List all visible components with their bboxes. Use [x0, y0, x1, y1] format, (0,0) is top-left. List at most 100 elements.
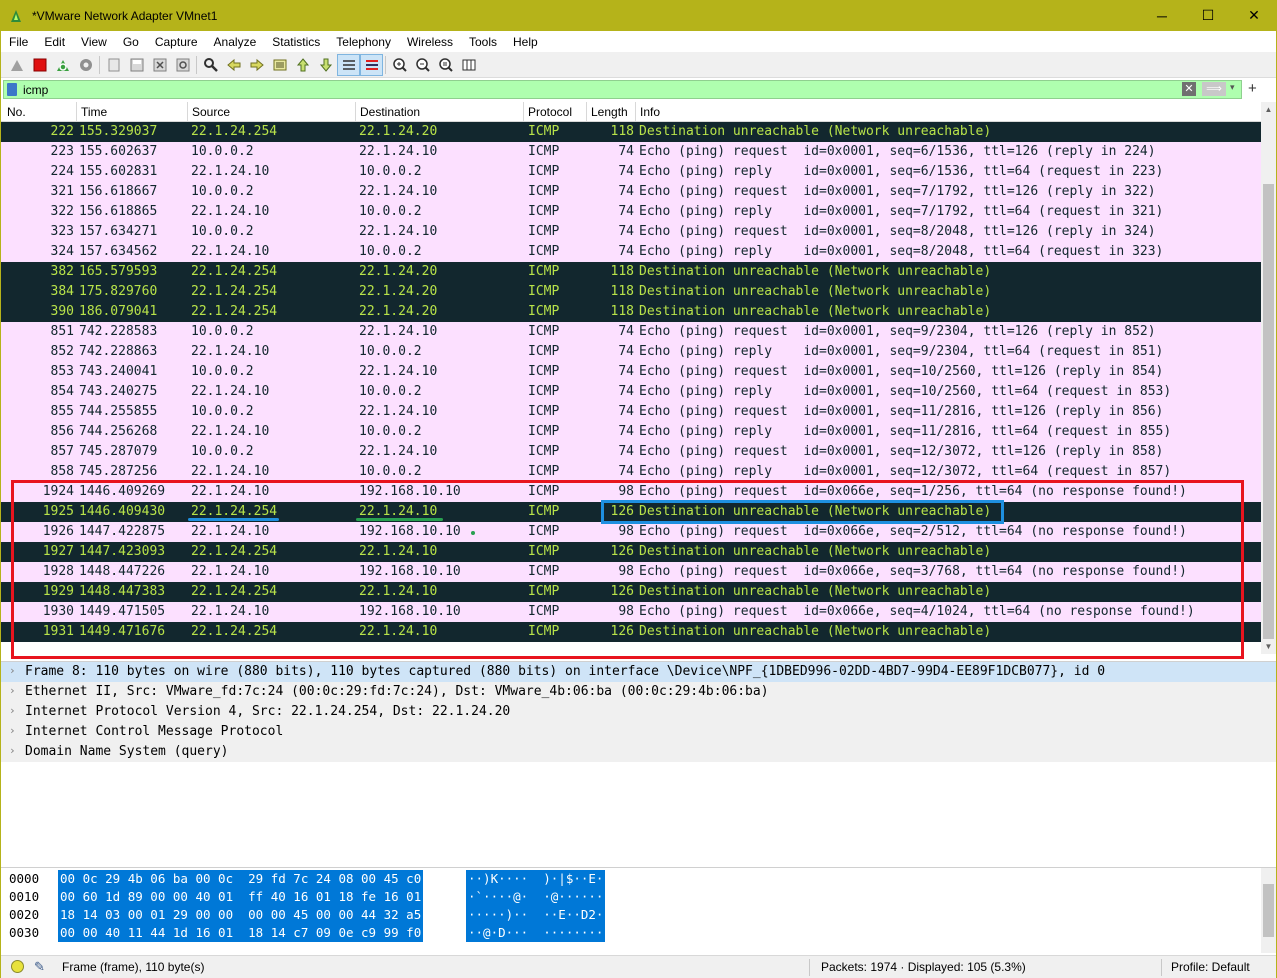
detail-row-icmp[interactable]: › Internet Control Message Protocol [1, 722, 1276, 742]
menu-go[interactable]: Go [115, 35, 147, 49]
menu-telephony[interactable]: Telephony [328, 35, 399, 49]
menu-capture[interactable]: Capture [147, 35, 206, 49]
chevron-right-icon[interactable]: › [9, 724, 16, 737]
column-header-destination[interactable]: Destination [360, 105, 420, 119]
packet-row[interactable]: 851 742.228583 10.0.0.2 22.1.24.10 ICMP 74 Ech… [1, 322, 1261, 342]
bytes-row[interactable]: 0020 18 14 03 00 01 29 00 00 00 00 45 00 … [1, 906, 1276, 924]
bytes-scrollbar[interactable] [1261, 868, 1276, 953]
bytes-row[interactable]: 0030 00 00 40 11 44 1d 16 01 18 14 c7 09 … [1, 924, 1276, 942]
apply-filter-icon[interactable]: ⟹ [1202, 82, 1226, 96]
column-divider[interactable] [355, 102, 356, 122]
scroll-up-icon[interactable]: ▲ [1261, 102, 1276, 117]
packet-row[interactable]: 854 743.240275 22.1.24.10 10.0.0.2 ICMP 74 Ech… [1, 382, 1261, 402]
restart-icon[interactable] [51, 54, 74, 76]
detail-row-dns[interactable]: › Domain Name System (query) [1, 742, 1276, 762]
close-file-icon[interactable] [148, 54, 171, 76]
zoom-in-icon[interactable] [388, 54, 411, 76]
column-divider[interactable] [523, 102, 524, 122]
packet-row[interactable]: 322 156.618865 22.1.24.10 10.0.0.2 ICMP 74 Ech… [1, 202, 1261, 222]
zoom-out-icon[interactable] [411, 54, 434, 76]
column-header-source[interactable]: Source [192, 105, 230, 119]
options-icon[interactable] [74, 54, 97, 76]
packet-row[interactable]: 857 745.287079 10.0.0.2 22.1.24.10 ICMP 74 Ech… [1, 442, 1261, 462]
colorize-icon[interactable] [360, 53, 383, 76]
autoscroll-icon[interactable] [337, 53, 360, 76]
open-icon[interactable] [102, 54, 125, 76]
go-last-icon[interactable] [314, 54, 337, 76]
go-forward-icon[interactable] [245, 54, 268, 76]
packet-row[interactable]: 222 155.329037 22.1.24.254 22.1.24.20 ICMP 11… [1, 122, 1261, 142]
scroll-down-icon[interactable]: ▼ [1261, 639, 1276, 654]
scrollbar-thumb[interactable] [1263, 184, 1274, 639]
zoom-normal-icon[interactable] [434, 54, 457, 76]
go-first-icon[interactable] [291, 54, 314, 76]
menu-edit[interactable]: Edit [36, 35, 73, 49]
chevron-right-icon[interactable]: › [9, 684, 16, 697]
find-icon[interactable] [199, 54, 222, 76]
display-filter-text[interactable]: icmp [23, 83, 48, 97]
resize-columns-icon[interactable] [457, 54, 480, 76]
stop-icon[interactable] [28, 54, 51, 76]
column-header-no[interactable]: No. [7, 105, 26, 119]
go-to-packet-icon[interactable] [268, 54, 291, 76]
shark-start-icon[interactable] [5, 54, 28, 76]
status-profile[interactable]: Profile: Default [1171, 960, 1250, 974]
column-divider[interactable] [76, 102, 77, 122]
detail-row-ipv4[interactable]: › Internet Protocol Version 4, Src: 22.1.… [1, 702, 1276, 722]
column-header-info[interactable]: Info [640, 105, 660, 119]
display-filter-input[interactable]: icmp [3, 80, 1242, 99]
packet-cell-len: 118 [610, 124, 634, 139]
column-divider[interactable] [635, 102, 636, 122]
menu-view[interactable]: View [73, 35, 115, 49]
chevron-down-icon[interactable]: ▾ [1230, 82, 1235, 93]
packet-row[interactable]: 382 165.579593 22.1.24.254 22.1.24.20 ICMP 11… [1, 262, 1261, 282]
expert-info-icon[interactable] [11, 960, 24, 973]
packet-cell-len: 74 [618, 344, 634, 359]
packet-row[interactable]: 321 156.618667 10.0.0.2 22.1.24.10 ICMP 74 Ech… [1, 182, 1261, 202]
packet-cell-dst: 22.1.24.20 [359, 124, 438, 139]
column-divider[interactable] [586, 102, 587, 122]
packet-row[interactable]: 390 186.079041 22.1.24.254 22.1.24.20 ICMP 11… [1, 302, 1261, 322]
menu-wireless[interactable]: Wireless [399, 35, 461, 49]
minimize-button[interactable]: ─ [1139, 0, 1185, 31]
menu-file[interactable]: File [1, 35, 36, 49]
packet-row[interactable]: 856 744.256268 22.1.24.10 10.0.0.2 ICMP 74 Ech… [1, 422, 1261, 442]
chevron-right-icon[interactable]: › [9, 744, 16, 757]
bytes-row[interactable]: 0010 00 60 1d 89 00 00 40 01 ff 40 16 01 … [1, 888, 1276, 906]
packet-cell-len: 74 [618, 164, 634, 179]
menu-analyze[interactable]: Analyze [206, 35, 265, 49]
packet-row[interactable]: 323 157.634271 10.0.0.2 22.1.24.10 ICMP 74 Ech… [1, 222, 1261, 242]
packet-row[interactable]: 852 742.228863 22.1.24.10 10.0.0.2 ICMP 74 Ech… [1, 342, 1261, 362]
packet-row[interactable]: 324 157.634562 22.1.24.10 10.0.0.2 ICMP 74 Ech… [1, 242, 1261, 262]
menu-help[interactable]: Help [505, 35, 546, 49]
bookmark-icon[interactable] [7, 83, 17, 96]
clear-filter-icon[interactable]: ✕ [1182, 82, 1196, 96]
column-header-time[interactable]: Time [81, 105, 107, 119]
menu-statistics[interactable]: Statistics [264, 35, 328, 49]
packet-row[interactable]: 223 155.602637 10.0.0.2 22.1.24.10 ICMP 74 Ech… [1, 142, 1261, 162]
packet-cell-info: Destination unreachable (Network unreach… [639, 124, 992, 139]
detail-row-frame[interactable]: › Frame 8: 110 bytes on wire (880 bits), … [1, 662, 1276, 682]
packet-row[interactable]: 853 743.240041 10.0.0.2 22.1.24.10 ICMP 74 Ech… [1, 362, 1261, 382]
column-header-protocol[interactable]: Protocol [528, 105, 572, 119]
menu-tools[interactable]: Tools [461, 35, 505, 49]
go-back-icon[interactable] [222, 54, 245, 76]
save-icon[interactable] [125, 54, 148, 76]
edit-comment-icon[interactable]: ✎ [34, 959, 45, 975]
packet-row[interactable]: 384 175.829760 22.1.24.254 22.1.24.20 ICMP 11… [1, 282, 1261, 302]
detail-row-ethernet[interactable]: › Ethernet II, Src: VMware_fd:7c:24 (00:0… [1, 682, 1276, 702]
column-header-length[interactable]: Length [591, 105, 628, 119]
column-divider[interactable] [187, 102, 188, 122]
packet-row[interactable]: 224 155.602831 22.1.24.10 10.0.0.2 ICMP 74 Ech… [1, 162, 1261, 182]
packet-row[interactable]: 855 744.255855 10.0.0.2 22.1.24.10 ICMP 74 Ech… [1, 402, 1261, 422]
chevron-right-icon[interactable]: › [9, 664, 16, 677]
packet-list-scrollbar[interactable]: ▲ ▼ [1261, 102, 1276, 654]
scrollbar-thumb[interactable] [1263, 884, 1274, 937]
bytes-row[interactable]: 0000 00 0c 29 4b 06 ba 00 0c 29 fd 7c 24 … [1, 870, 1276, 888]
reload-icon[interactable] [171, 54, 194, 76]
close-button[interactable]: ✕ [1231, 0, 1277, 31]
chevron-right-icon[interactable]: › [9, 704, 16, 717]
packet-row[interactable]: 858 745.287256 22.1.24.10 10.0.0.2 ICMP 74 Ech… [1, 462, 1261, 482]
add-filter-button[interactable]: + [1248, 80, 1257, 97]
maximize-button[interactable]: ☐ [1185, 0, 1231, 31]
